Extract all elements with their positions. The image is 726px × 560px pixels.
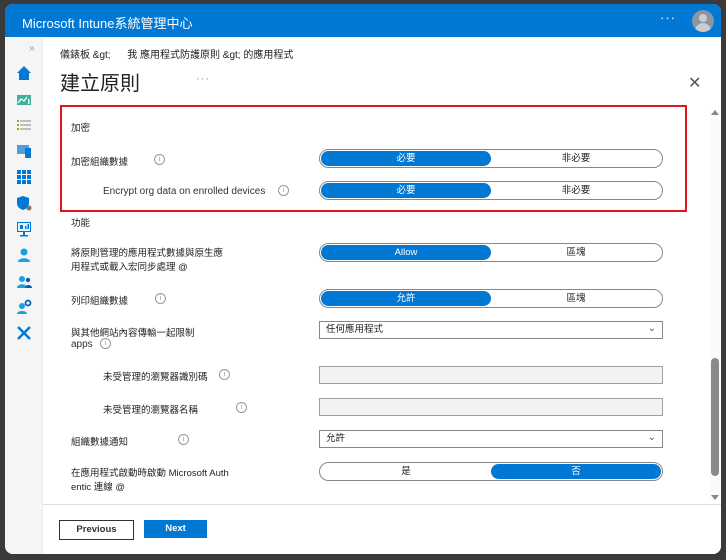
- authenticator-label-line2: entic 連線 @: [71, 482, 125, 493]
- info-icon[interactable]: i: [155, 293, 166, 304]
- tenant-admin-icon[interactable]: [16, 299, 32, 315]
- home-icon[interactable]: [16, 65, 32, 81]
- transfer-web-content-dropdown[interactable]: 任何應用程式 ⌄: [319, 321, 663, 339]
- encrypt-org-data-toggle[interactable]: 必要 非必要: [319, 149, 663, 168]
- start-authenticator-toggle[interactable]: 是 否: [319, 462, 663, 481]
- footer: Previous Next: [43, 504, 721, 554]
- troubleshooting-icon[interactable]: [16, 325, 32, 341]
- option-no[interactable]: 否: [491, 464, 661, 479]
- sync-label-line2: 用程式或載入宏同步處理 @: [71, 262, 188, 273]
- option-block[interactable]: 區塊: [491, 291, 661, 306]
- org-data-notification-label: 組織數據通知: [71, 437, 129, 448]
- chevron-down-icon: ⌄: [647, 432, 656, 443]
- transfer-label-line1: 與其他網站內容傳輸一起限制: [71, 328, 195, 339]
- close-icon[interactable]: ✕: [688, 73, 701, 93]
- unmanaged-browser-id-input[interactable]: [319, 366, 663, 384]
- option-not-required[interactable]: 非必要: [491, 151, 661, 166]
- reports-icon[interactable]: [16, 221, 32, 237]
- next-button[interactable]: Next: [144, 520, 207, 538]
- unmanaged-browser-id-label: 未受管理的瀏覽器識別碼: [103, 372, 208, 383]
- more-options-button[interactable]: ···: [660, 10, 676, 25]
- option-allow[interactable]: 允許: [321, 291, 491, 306]
- info-icon[interactable]: i: [178, 434, 189, 445]
- encrypt-enrolled-label: Encrypt org data on enrolled devices: [103, 186, 266, 197]
- all-services-icon[interactable]: [16, 117, 32, 133]
- app-window: Microsoft Intune系統管理中心 ··· » 儀錶板 &gt; 我 …: [5, 4, 721, 554]
- info-icon[interactable]: i: [100, 338, 111, 349]
- info-icon[interactable]: i: [154, 154, 165, 165]
- encrypt-org-data-label: 加密組織數據: [71, 157, 129, 168]
- devices-icon[interactable]: [16, 143, 32, 159]
- breadcrumb[interactable]: 儀錶板 &gt; 我 應用程式防護原則 &gt; 的應用程式: [60, 46, 293, 61]
- authenticator-label-line1: 在應用程式啟動時啟動 Microsoft Auth: [71, 468, 229, 479]
- vertical-scrollbar[interactable]: [710, 110, 720, 500]
- encryption-heading: 加密: [71, 123, 91, 134]
- org-data-notification-dropdown[interactable]: 允許 ⌄: [319, 430, 663, 448]
- functionality-heading: 功能: [71, 218, 91, 229]
- dropdown-value: 允許: [326, 433, 346, 444]
- app-title[interactable]: Microsoft Intune系統管理中心: [22, 13, 193, 32]
- apps-icon[interactable]: [16, 169, 32, 185]
- main-content: 儀錶板 &gt; 我 應用程式防護原則 &gt; 的應用程式 建立原則 ··· …: [43, 37, 721, 554]
- unmanaged-browser-name-label: 未受管理的瀏覽器名稱: [103, 405, 199, 416]
- scrollbar-thumb[interactable]: [711, 358, 719, 476]
- transfer-label-line2: apps: [71, 339, 93, 350]
- option-required[interactable]: 必要: [321, 183, 491, 198]
- groups-icon[interactable]: [16, 273, 32, 289]
- left-nav: »: [5, 37, 43, 554]
- unmanaged-browser-name-input[interactable]: [319, 398, 663, 416]
- option-block[interactable]: 區塊: [491, 245, 661, 260]
- title-more-button[interactable]: ···: [196, 73, 210, 85]
- print-org-data-toggle[interactable]: 允許 區塊: [319, 289, 663, 308]
- endpoint-security-icon[interactable]: [16, 195, 32, 211]
- previous-button[interactable]: Previous: [59, 520, 134, 540]
- users-icon[interactable]: [16, 247, 32, 263]
- encrypt-enrolled-toggle[interactable]: 必要 非必要: [319, 181, 663, 200]
- dropdown-value: 任何應用程式: [326, 324, 384, 335]
- print-org-data-label: 列印組織數據: [71, 296, 129, 307]
- info-icon[interactable]: i: [278, 185, 289, 196]
- top-bar: Microsoft Intune系統管理中心 ···: [5, 4, 721, 37]
- info-icon[interactable]: i: [236, 402, 247, 413]
- option-required[interactable]: 必要: [321, 151, 491, 166]
- option-not-required[interactable]: 非必要: [491, 183, 661, 198]
- page-title: 建立原則: [60, 73, 140, 95]
- chevron-down-icon: ⌄: [647, 323, 656, 334]
- sync-native-apps-toggle[interactable]: Allow 區塊: [319, 243, 663, 262]
- scroll-up-arrow-icon[interactable]: [711, 110, 719, 115]
- option-yes[interactable]: 是: [321, 464, 491, 479]
- option-allow[interactable]: Allow: [321, 245, 491, 260]
- expand-nav-button[interactable]: »: [29, 43, 35, 54]
- sync-label-line1: 將原則管理的應用程式數據與原生應: [71, 248, 224, 259]
- scroll-down-arrow-icon[interactable]: [711, 495, 719, 500]
- info-icon[interactable]: i: [219, 369, 230, 380]
- user-avatar-icon[interactable]: [692, 10, 714, 32]
- dashboard-icon[interactable]: [16, 92, 32, 108]
